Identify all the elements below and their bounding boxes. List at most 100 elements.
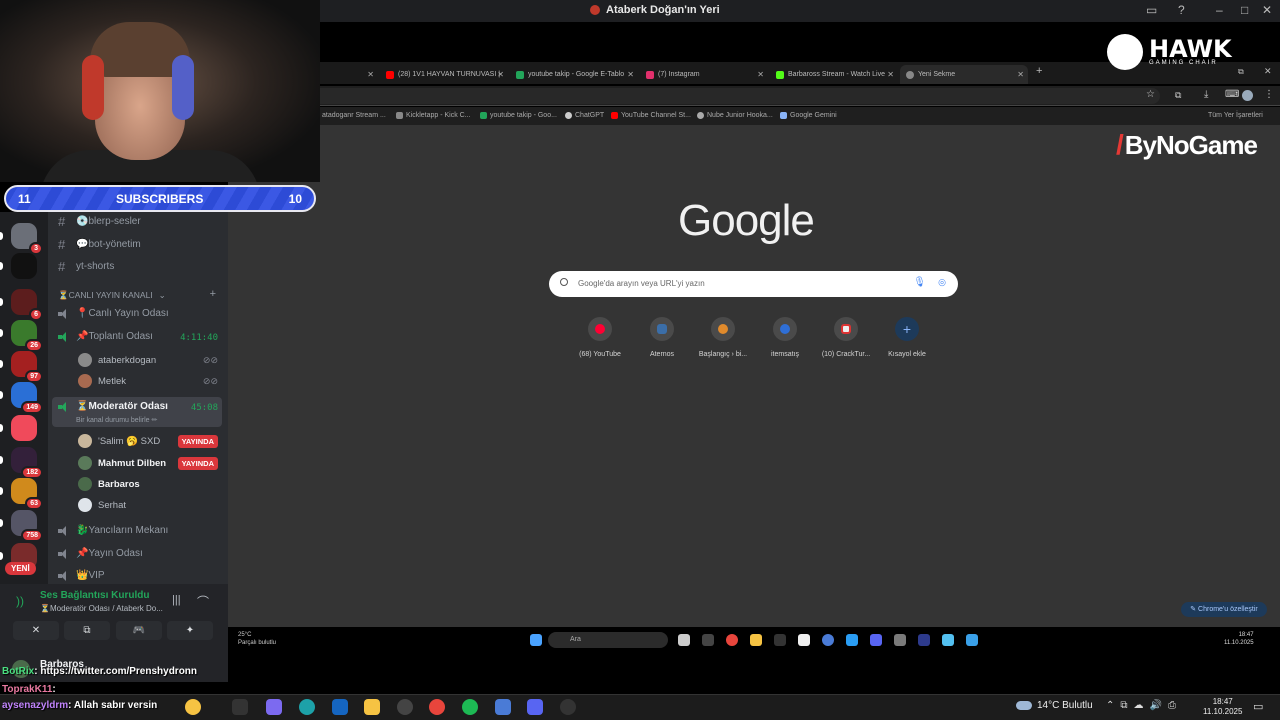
minimize-button[interactable]: – [1216, 3, 1223, 17]
bookmark-item[interactable]: Google Gemini [780, 112, 837, 119]
new-tab-button[interactable]: + [1036, 65, 1042, 77]
bookmark-item[interactable]: YouTube Channel St... [611, 112, 691, 119]
screen-share-button[interactable]: ⧉ [64, 621, 110, 640]
avatar[interactable] [1242, 90, 1253, 101]
app-icon[interactable] [942, 634, 954, 646]
close-button[interactable]: ✕ [1262, 3, 1272, 17]
voice-user[interactable]: Barbaros [78, 477, 140, 491]
voice-yancilar[interactable]: 🐉Yancıların Mekanı [58, 525, 168, 536]
menu-icon[interactable]: ⋮ [1264, 89, 1274, 100]
voice-connected-text[interactable]: Ses Bağlantısı Kuruldu [40, 590, 149, 601]
lens-icon[interactable]: ◎ [938, 277, 946, 288]
server-icon[interactable]: 182 [11, 447, 43, 479]
tab-youtube[interactable]: (28) 1V1 HAYVAN TURNUVASI | ✕ [380, 65, 508, 84]
bookmark-item[interactable]: atadoganr Stream ... [322, 112, 386, 119]
maximize-button[interactable]: □ [1241, 3, 1248, 17]
task-view-icon[interactable] [232, 699, 248, 715]
server-icon[interactable]: 758 [11, 510, 43, 542]
app-icon[interactable] [894, 634, 906, 646]
taskbar-clock[interactable]: 18:47 11.10.2025 [1203, 697, 1242, 717]
voice-room-text[interactable]: ⏳Moderatör Odası / Ataberk Do... [40, 604, 163, 613]
all-bookmarks-link[interactable]: Tüm Yer İşaretleri [1208, 112, 1263, 119]
chrome-icon[interactable] [726, 634, 738, 646]
disconnect-icon[interactable]: ⌒ [197, 593, 209, 610]
voice-user[interactable]: Serhat [78, 498, 126, 512]
xbox-icon[interactable] [397, 699, 413, 715]
app-icon[interactable] [966, 634, 978, 646]
server-icon[interactable]: 63 [11, 478, 43, 510]
server-icon[interactable]: 3 [11, 223, 43, 255]
bookmark-item[interactable]: Kickletapp - Kick C... [396, 112, 471, 119]
photoshop-icon[interactable] [918, 634, 930, 646]
tab-new[interactable]: Yeni Sekme ✕ [900, 65, 1028, 84]
activity-button[interactable]: 🎮 [116, 621, 162, 640]
app-icon[interactable] [822, 634, 834, 646]
channel-status[interactable]: Bir kanal durumu belirle ✏ [76, 416, 157, 424]
google-search-box[interactable]: Google'da arayın veya URL'yi yazın 🎙 ◎ [549, 271, 958, 297]
discord-icon[interactable] [870, 634, 882, 646]
discord-icon[interactable] [527, 699, 543, 715]
server-icon[interactable]: 26 [11, 320, 43, 352]
server-icon[interactable] [11, 415, 37, 441]
app-icon[interactable] [798, 634, 810, 646]
server-icon[interactable]: 6 [11, 289, 43, 321]
chrome-icon[interactable] [429, 699, 445, 715]
app-icon[interactable] [774, 634, 786, 646]
copilot-sparkle-icon[interactable] [185, 699, 201, 715]
edge-icon[interactable] [299, 699, 315, 715]
app-icon[interactable] [846, 634, 858, 646]
cast-icon[interactable]: ⌨ [1225, 89, 1239, 100]
voice-user[interactable]: 'Salim 🥱 SXD [78, 434, 160, 448]
help-icon[interactable]: ? [1178, 3, 1185, 17]
copilot-icon[interactable] [266, 699, 282, 715]
microphone-icon[interactable]: 🎙 [913, 277, 926, 288]
bookmark-star-icon[interactable]: ☆ [1146, 89, 1155, 100]
windows-start-icon[interactable] [530, 634, 542, 646]
folder-icon[interactable] [750, 634, 762, 646]
bookmark-item[interactable]: Nube Junior Hooka... [697, 112, 773, 119]
shortcut-tile[interactable]: itemsatış [753, 317, 817, 358]
channel-yt-shorts[interactable]: # yt-shorts [58, 259, 114, 274]
inbox-icon[interactable]: ▭ [1146, 3, 1157, 17]
outlook-icon[interactable] [332, 699, 348, 715]
extensions-icon[interactable]: ⧉ [1175, 90, 1181, 101]
voice-moderator[interactable]: ⏳Moderatör Odası [58, 401, 168, 412]
category-canli-yayin[interactable]: ⏳CANLI YAYIN KANALI ⌄ [58, 290, 166, 301]
system-tray[interactable]: ⌃⧉☁🔊⎙ [1106, 700, 1182, 711]
shortcut-tile[interactable]: (10) CrackTur... [814, 317, 878, 358]
voice-canli-yayin[interactable]: 📍Canlı Yayın Odası [58, 308, 169, 319]
channel-bot-yonetim[interactable]: # 💬bot-yönetim [58, 237, 141, 252]
server-icon[interactable]: 149 [11, 382, 43, 414]
app-icon[interactable] [560, 699, 576, 715]
customize-chrome-button[interactable]: ✎ Chrome'u özelleştir [1181, 602, 1267, 617]
voice-vip[interactable]: 👑VIP [58, 570, 105, 581]
camera-off-button[interactable]: ✕ [13, 621, 59, 640]
folder-icon[interactable] [364, 699, 380, 715]
spotify-icon[interactable] [462, 699, 478, 715]
soundboard-button[interactable]: ✦ [167, 621, 213, 640]
shortcut-tile[interactable]: (68) YouTube [568, 317, 632, 358]
voice-yayin-odasi[interactable]: 📌Yayın Odası [58, 548, 143, 559]
voice-user[interactable]: Mahmut Dilben [78, 456, 166, 470]
tab-sheets[interactable]: youtube takip - Google E-Tablo ✕ [510, 65, 638, 84]
shared-search-box[interactable]: Ara [548, 632, 668, 648]
channel-blerp[interactable]: # 💿blerp-sesler [58, 214, 141, 229]
server-icon[interactable] [11, 253, 37, 279]
bookmark-item[interactable]: ChatGPT [565, 112, 604, 119]
app-icon[interactable] [702, 634, 714, 646]
shortcut-tile[interactable]: Aternos [630, 317, 694, 358]
voice-user[interactable]: ataberkdogan [78, 353, 156, 367]
taskbar-weather[interactable]: 14°C Bulutlu [1016, 700, 1093, 711]
server-icon[interactable]: 97 [11, 351, 43, 383]
notification-icon[interactable]: ▭ [1253, 700, 1263, 713]
tab-instagram[interactable]: (7) Instagram ✕ [640, 65, 768, 84]
tab-partial[interactable]: ✕ [322, 65, 378, 84]
voice-toplanti[interactable]: 📌Toplantı Odası [58, 331, 153, 342]
add-channel-icon[interactable]: + [210, 288, 216, 300]
browser-close-button[interactable]: ✕ [1264, 66, 1272, 77]
add-shortcut[interactable]: + Kısayol ekle [875, 317, 939, 358]
noise-suppression-icon[interactable]: ||| [172, 594, 181, 606]
tab-kick[interactable]: Barbaross Stream - Watch Live ✕ [770, 65, 898, 84]
restore-button[interactable]: ⧉ [1238, 67, 1244, 77]
task-view-icon[interactable] [678, 634, 690, 646]
